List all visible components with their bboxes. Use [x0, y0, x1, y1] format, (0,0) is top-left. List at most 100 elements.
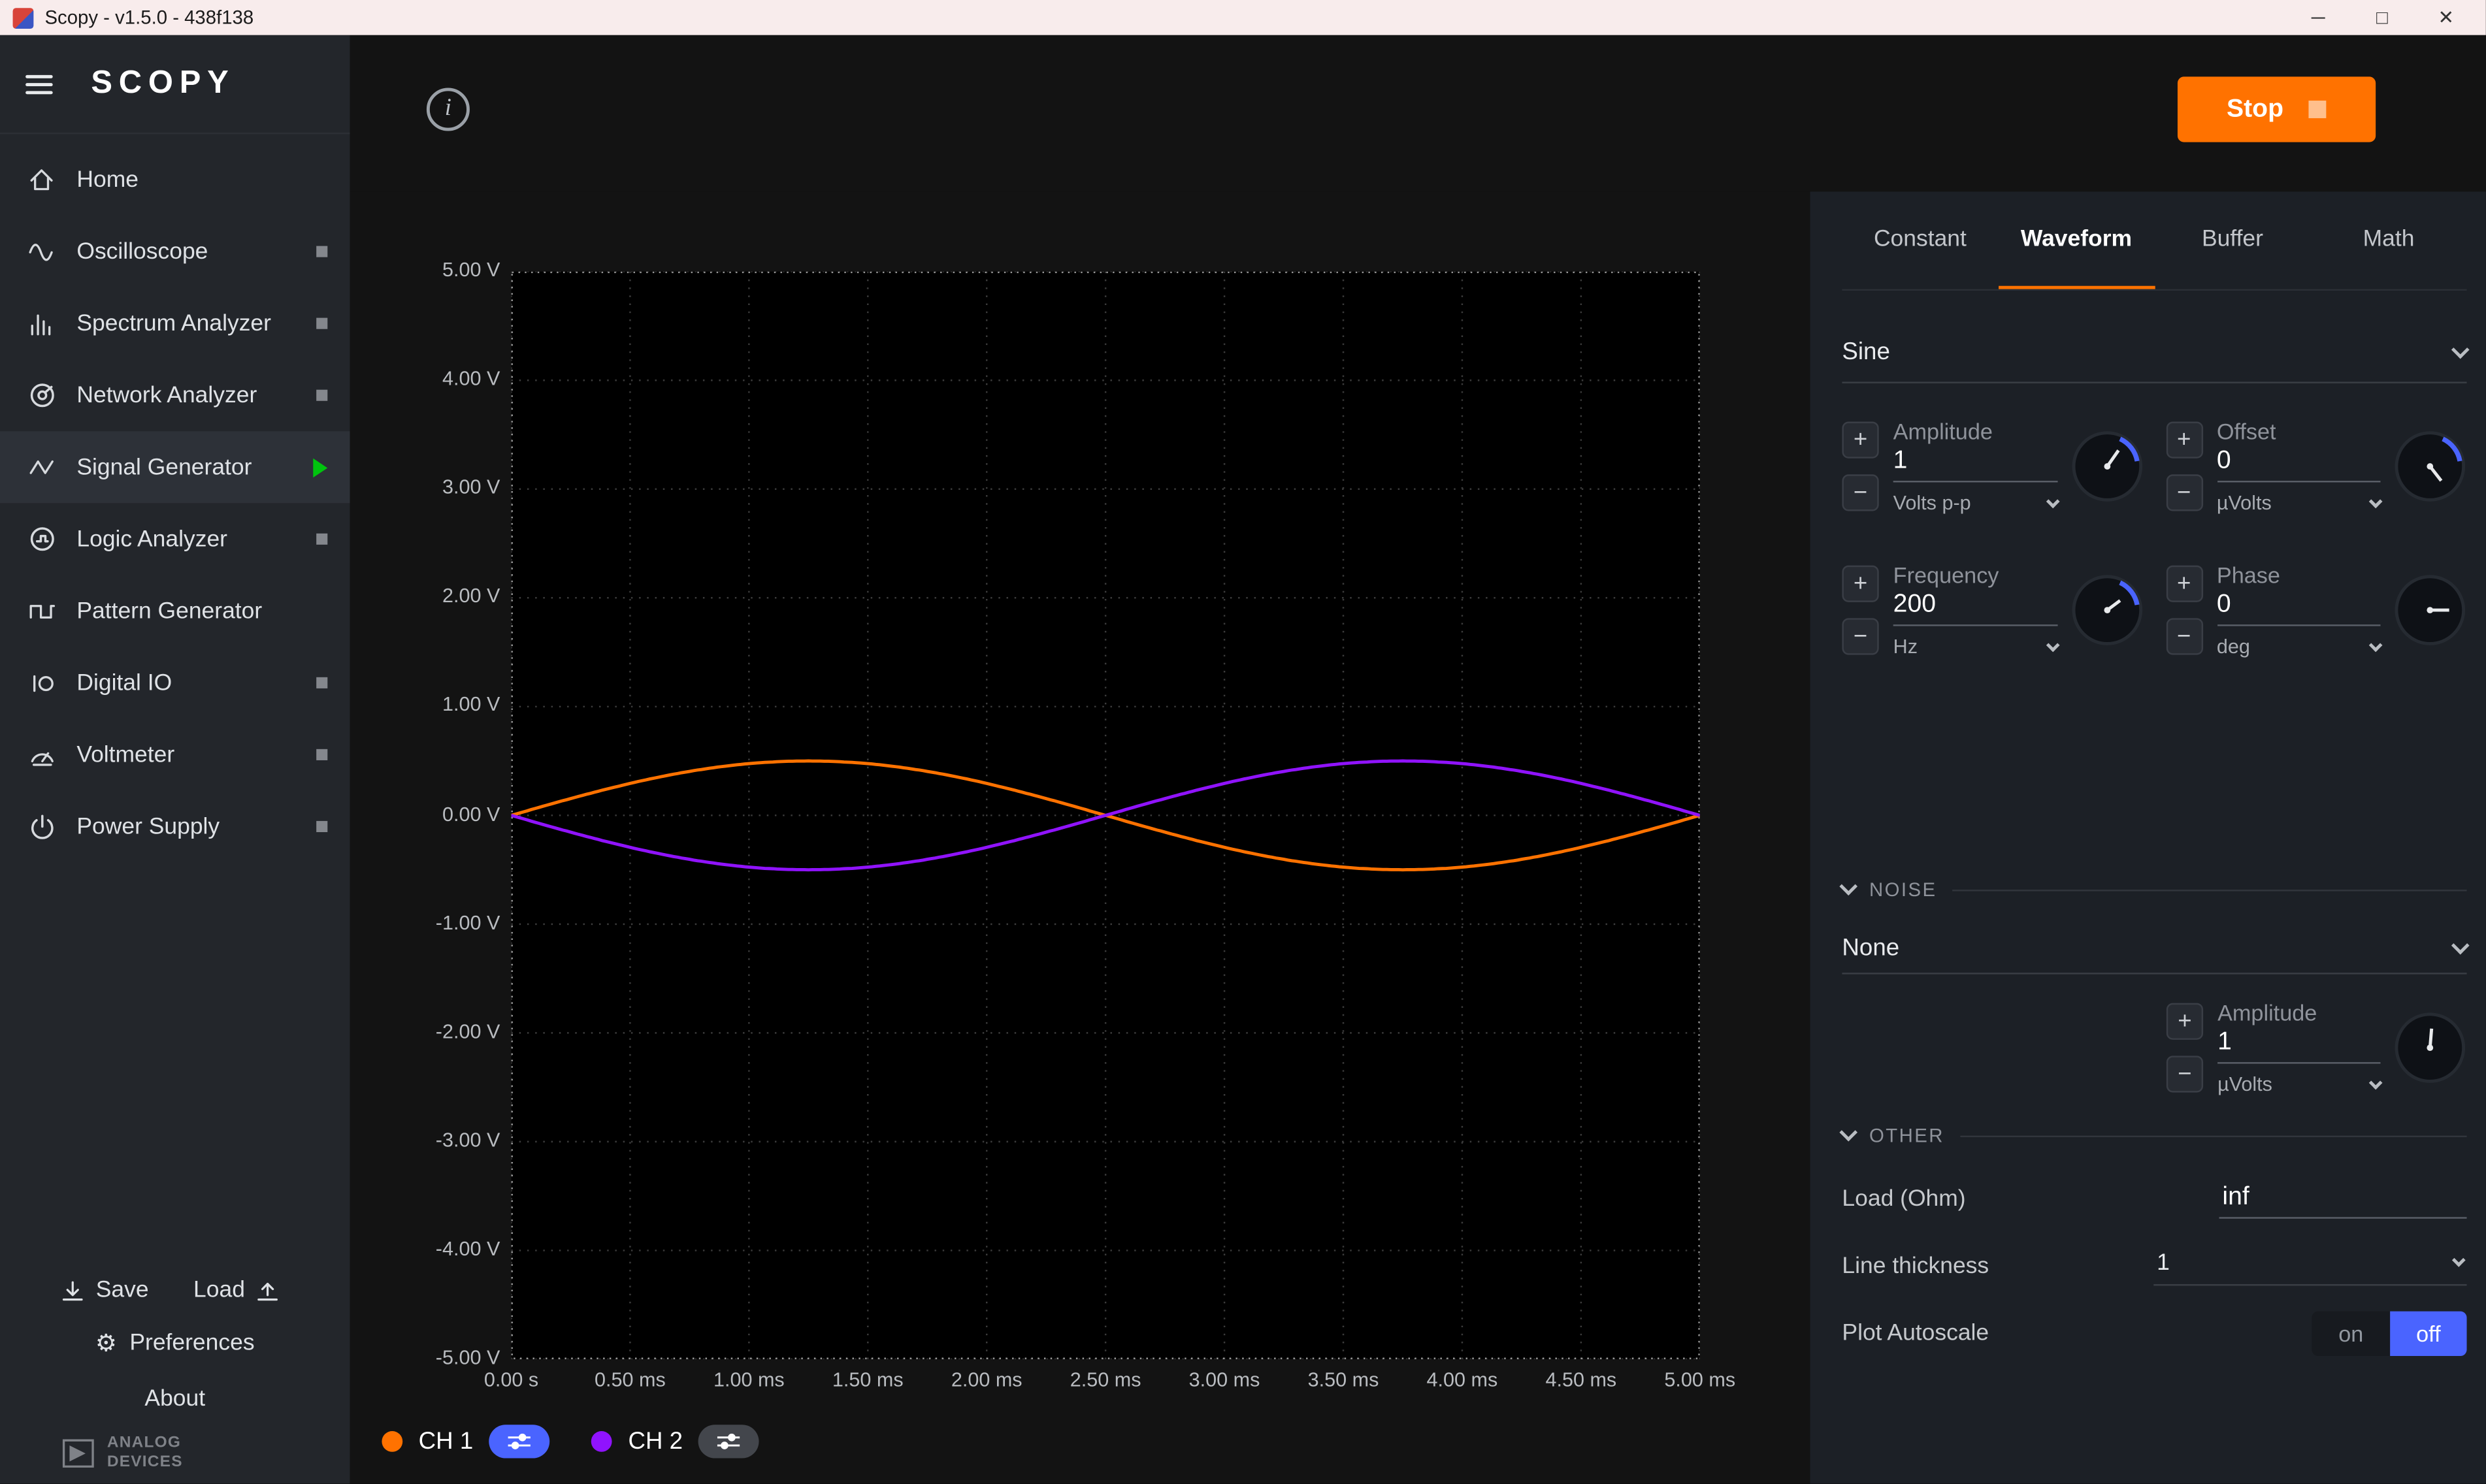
network-analyzer-icon	[24, 379, 59, 411]
sidebar-item-home[interactable]: Home	[0, 144, 350, 216]
sidebar-item-power-supply[interactable]: Power Supply	[0, 790, 350, 862]
close-button[interactable]: ✕	[2432, 7, 2461, 29]
gear-icon: ⚙	[95, 1331, 117, 1355]
save-button[interactable]: Save	[61, 1278, 149, 1303]
about-button[interactable]: About	[144, 1377, 205, 1421]
phase-knob[interactable]	[2393, 573, 2466, 647]
x-tick-label: 2.50 ms	[1070, 1369, 1141, 1391]
y-tick-label: 4.00 V	[350, 368, 500, 390]
logic-analyzer-icon	[24, 523, 59, 555]
amplitude-increment-button[interactable]: +	[1842, 422, 1878, 459]
sidebar-item-pattern-generator[interactable]: Pattern Generator	[0, 575, 350, 647]
ch1-settings-button[interactable]	[489, 1425, 550, 1458]
x-tick-label: 0.50 ms	[595, 1369, 666, 1391]
info-button[interactable]: i	[427, 88, 470, 131]
sidebar-item-oscilloscope[interactable]: Oscilloscope	[0, 216, 350, 287]
stop-button[interactable]: Stop	[2178, 76, 2376, 142]
sliders-icon	[716, 1432, 742, 1450]
sidebar-item-signal-generator[interactable]: Signal Generator	[0, 431, 350, 503]
phase-increment-button[interactable]: +	[2166, 566, 2202, 602]
load-button[interactable]: Load	[193, 1278, 280, 1303]
offset-control: + − Offset 0 µVolts	[2166, 399, 2467, 533]
phase-unit-select[interactable]: deg	[2217, 626, 2381, 658]
noise-amplitude-decrement-button[interactable]: −	[2167, 1056, 2203, 1092]
waveform-plot: CH 1 CH 2	[350, 191, 1810, 1483]
noise-amplitude-unit-select[interactable]: µVolts	[2217, 1064, 2380, 1096]
tab-constant[interactable]: Constant	[1842, 191, 1998, 289]
sidebar-item-network-analyzer[interactable]: Network Analyzer	[0, 359, 350, 431]
plot-autoscale-row: Plot Autoscale on off	[1842, 1310, 2466, 1357]
preferences-button[interactable]: ⚙ Preferences	[95, 1317, 255, 1368]
frequency-decrement-button[interactable]: −	[1842, 618, 1878, 654]
phase-value-input[interactable]: 0	[2217, 588, 2381, 626]
noise-section-header[interactable]: NOISE	[1842, 879, 2466, 901]
offset-increment-button[interactable]: +	[2166, 422, 2202, 459]
x-tick-label: 1.00 ms	[713, 1369, 785, 1391]
load-row: Load (Ohm) inf	[1842, 1176, 2466, 1223]
amplitude-decrement-button[interactable]: −	[1842, 474, 1878, 511]
amplitude-value-input[interactable]: 1	[1893, 444, 2057, 483]
chevron-down-icon	[2451, 936, 2470, 954]
other-section-header[interactable]: OTHER	[1842, 1124, 2466, 1146]
offset-knob[interactable]	[2393, 430, 2466, 503]
app-icon	[13, 7, 34, 28]
frequency-knob[interactable]	[2070, 573, 2143, 647]
digital-io-icon	[24, 667, 59, 699]
offset-decrement-button[interactable]: −	[2166, 474, 2202, 511]
y-tick-label: -1.00 V	[350, 911, 500, 933]
tool-indicator-square	[316, 246, 327, 257]
x-tick-label: 4.50 ms	[1545, 1369, 1616, 1391]
x-tick-label: 3.00 ms	[1189, 1369, 1260, 1391]
sidebar: SCOPY Home Oscilloscope	[0, 35, 350, 1484]
tab-waveform[interactable]: Waveform	[1998, 191, 2154, 289]
minimize-button[interactable]: ─	[2304, 7, 2332, 29]
tab-math[interactable]: Math	[2311, 191, 2467, 289]
amplitude-unit-select[interactable]: Volts p-p	[1893, 482, 2057, 514]
menu-toggle-button[interactable]	[16, 65, 62, 103]
noise-amplitude-knob[interactable]	[2393, 1011, 2466, 1084]
waveform-type-select[interactable]: Sine	[1842, 323, 2466, 383]
spectrum-analyzer-icon	[24, 308, 59, 340]
chevron-down-icon	[2369, 494, 2383, 508]
plot-canvas[interactable]	[511, 272, 1699, 1359]
noise-amplitude-value-input[interactable]: 1	[2217, 1025, 2380, 1064]
frequency-value-input[interactable]: 200	[1893, 588, 2057, 626]
ch2-settings-button[interactable]	[699, 1425, 760, 1458]
sidebar-item-spectrum-analyzer[interactable]: Spectrum Analyzer	[0, 287, 350, 359]
frequency-unit-select[interactable]: Hz	[1893, 626, 2057, 658]
phase-decrement-button[interactable]: −	[2166, 618, 2202, 654]
titlebar: Scopy - v1.5.0 - 438f138 ─ □ ✕	[0, 0, 2486, 35]
sidebar-header: SCOPY	[0, 35, 350, 135]
chevron-down-icon	[2452, 1253, 2466, 1267]
tab-buffer[interactable]: Buffer	[2154, 191, 2310, 289]
y-tick-label: 1.00 V	[350, 694, 500, 716]
autoscale-on-button[interactable]: on	[2312, 1312, 2390, 1356]
pattern-generator-icon	[24, 595, 59, 627]
amplitude-knob[interactable]	[2070, 430, 2143, 503]
y-tick-label: -4.00 V	[350, 1238, 500, 1260]
waveform-parameters: + − Amplitude 1 Volts p-p	[1842, 399, 2466, 677]
autoscale-off-button[interactable]: off	[2390, 1312, 2466, 1356]
load-input[interactable]: inf	[2219, 1181, 2467, 1218]
x-tick-label: 2.00 ms	[951, 1369, 1022, 1391]
offset-value-input[interactable]: 0	[2217, 444, 2381, 483]
y-tick-label: 5.00 V	[350, 259, 500, 281]
tool-indicator-square	[316, 749, 327, 760]
line-thickness-select[interactable]: 1	[2153, 1248, 2466, 1285]
sidebar-item-voltmeter[interactable]: Voltmeter	[0, 718, 350, 790]
noise-amplitude-control: + − Amplitude 1 µVolts	[2167, 984, 2467, 1112]
amplitude-control: + − Amplitude 1 Volts p-p	[1842, 399, 2143, 533]
power-supply-icon	[24, 811, 59, 843]
tool-indicator-square	[316, 390, 327, 401]
offset-unit-select[interactable]: µVolts	[2217, 482, 2381, 514]
maximize-button[interactable]: □	[2368, 7, 2396, 29]
noise-type-select[interactable]: None	[1842, 923, 2466, 974]
sliders-icon	[507, 1432, 532, 1450]
sidebar-item-digital-io[interactable]: Digital IO	[0, 647, 350, 718]
y-tick-label: -3.00 V	[350, 1129, 500, 1151]
sidebar-item-logic-analyzer[interactable]: Logic Analyzer	[0, 503, 350, 575]
tool-indicator-square	[316, 534, 327, 545]
frequency-increment-button[interactable]: +	[1842, 566, 1878, 602]
ch1-color-dot	[382, 1431, 402, 1452]
noise-amplitude-increment-button[interactable]: +	[2167, 1003, 2203, 1040]
